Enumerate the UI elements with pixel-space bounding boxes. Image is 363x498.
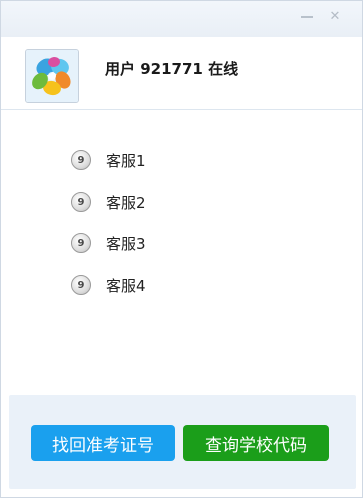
recover-exam-number-button[interactable]: 找回准考证号 <box>31 425 175 461</box>
service-item-3[interactable]: 9 客服3 <box>71 231 146 255</box>
service-badge-icon: 9 <box>71 150 91 170</box>
service-badge-icon: 9 <box>71 233 91 253</box>
service-item-2[interactable]: 9 客服2 <box>71 190 146 214</box>
title-bar: ✕ <box>1 1 362 37</box>
service-label: 客服1 <box>106 151 146 170</box>
close-icon[interactable]: ✕ <box>327 10 343 24</box>
service-badge-icon: 9 <box>71 275 91 295</box>
pinwheel-avatar-icon <box>26 50 78 102</box>
service-item-4[interactable]: 9 客服4 <box>71 273 146 297</box>
service-item-1[interactable]: 9 客服1 <box>71 148 146 172</box>
avatar <box>25 49 79 103</box>
service-label: 客服3 <box>106 234 146 253</box>
query-school-code-button[interactable]: 查询学校代码 <box>183 425 329 461</box>
service-label: 客服4 <box>106 276 146 295</box>
service-badge-icon: 9 <box>71 192 91 212</box>
service-list: 9 客服1 9 客服2 9 客服3 9 客服4 <box>1 110 362 394</box>
footer-panel: 找回准考证号 查询学校代码 <box>9 395 356 489</box>
minimize-icon[interactable] <box>299 10 315 24</box>
user-header: 用户 921771 在线 <box>1 37 362 110</box>
app-window: ✕ 用户 921771 在线 9 客服1 9 客服2 9 客服3 9 客服4 找… <box>0 0 363 498</box>
service-label: 客服2 <box>106 193 146 212</box>
user-status-text: 用户 921771 在线 <box>105 60 239 78</box>
